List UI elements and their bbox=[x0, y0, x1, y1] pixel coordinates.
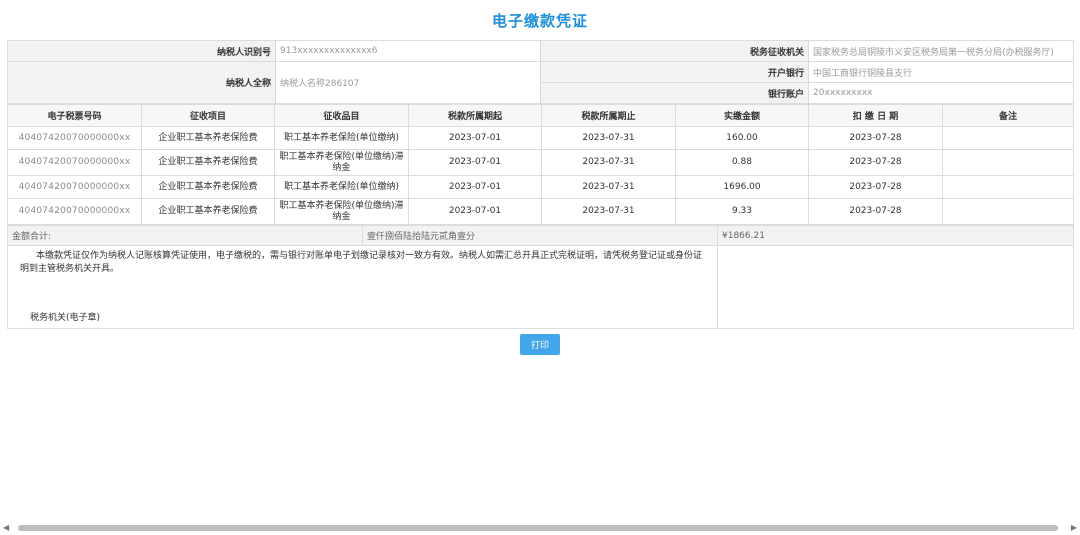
scroll-right-icon[interactable]: ▶ bbox=[1071, 523, 1077, 532]
remark-cell bbox=[942, 149, 1074, 176]
period-end-cell: 2023-07-31 bbox=[541, 149, 676, 176]
period-end-cell: 2023-07-31 bbox=[541, 198, 676, 225]
date-cell: 2023-07-28 bbox=[808, 126, 943, 150]
ticket-no-cell: 40407420070000000xx bbox=[7, 198, 142, 225]
date-cell: 2023-07-28 bbox=[808, 175, 943, 199]
col-header-remark: 备注 bbox=[942, 104, 1074, 127]
scrollbar-thumb[interactable] bbox=[18, 525, 1058, 531]
period-end-cell: 2023-07-31 bbox=[541, 126, 676, 150]
total-in-words: 壹仟捌佰陆拾陆元贰角壹分 bbox=[362, 225, 718, 246]
amount-cell: 160.00 bbox=[675, 126, 809, 150]
table-row: 40407420070000000xx 企业职工基本养老保险费 职工基本养老保险… bbox=[7, 126, 1074, 150]
amount-cell: 0.88 bbox=[675, 149, 809, 176]
summary-table: 金额合计: 壹仟捌佰陆拾陆元贰角壹分 ¥1866.21 本缴款凭证仅作为纳税人记… bbox=[7, 225, 1074, 329]
period-start-cell: 2023-07-01 bbox=[408, 126, 542, 150]
note-cell: 本缴款凭证仅作为纳税人记账核算凭证使用，电子缴税的，需与银行对账单电子划缴记录核… bbox=[7, 245, 718, 329]
item-cell: 企业职工基本养老保险费 bbox=[141, 149, 275, 176]
voucher: 纳税人识别号 913xxxxxxxxxxxxxx6 税务征收机关 国家税务总局铜… bbox=[7, 40, 1074, 329]
account-value: 20xxxxxxxxx bbox=[808, 82, 1074, 104]
bank-label: 开户银行 bbox=[540, 61, 809, 83]
table-header-row: 电子税票号码 征收项目 征收品目 税款所属期起 税款所属期止 实缴金额 扣 缴 … bbox=[7, 104, 1074, 127]
taxpayer-id-label: 纳税人识别号 bbox=[7, 40, 276, 62]
scroll-left-icon[interactable]: ◀ bbox=[3, 523, 9, 532]
ticket-no-cell: 40407420070000000xx bbox=[7, 126, 142, 150]
account-label: 银行账户 bbox=[540, 82, 809, 104]
remark-cell bbox=[942, 175, 1074, 199]
table-row: 40407420070000000xx 企业职工基本养老保险费 职工基本养老保险… bbox=[7, 175, 1074, 199]
col-header-period-end: 税款所属期止 bbox=[541, 104, 676, 127]
note-text: 本缴款凭证仅作为纳税人记账核算凭证使用，电子缴税的，需与银行对账单电子划缴记录核… bbox=[20, 251, 703, 274]
period-start-cell: 2023-07-01 bbox=[408, 175, 542, 199]
subitem-cell: 职工基本养老保险(单位缴纳) bbox=[274, 126, 409, 150]
table-row: 40407420070000000xx 企业职工基本养老保险费 职工基本养老保险… bbox=[7, 198, 1074, 225]
table-row: 40407420070000000xx 企业职工基本养老保险费 职工基本养老保险… bbox=[7, 149, 1074, 176]
ticket-no-cell: 40407420070000000xx bbox=[7, 149, 142, 176]
col-header-subitem: 征收品目 bbox=[274, 104, 409, 127]
bank-value: 中国工商银行铜陵县支行 bbox=[808, 61, 1074, 83]
tax-authority-value: 国家税务总局铜陵市义安区税务局第一税务分局(办税服务厅) bbox=[808, 40, 1074, 62]
subitem-cell: 职工基本养老保险(单位缴纳)滞纳金 bbox=[274, 149, 409, 176]
ticket-no-cell: 40407420070000000xx bbox=[7, 175, 142, 199]
item-cell: 企业职工基本养老保险费 bbox=[141, 198, 275, 225]
col-header-date: 扣 缴 日 期 bbox=[808, 104, 943, 127]
remark-cell bbox=[942, 198, 1074, 225]
date-cell: 2023-07-28 bbox=[808, 149, 943, 176]
page-title: 电子缴款凭证 bbox=[491, 12, 588, 30]
col-header-amount: 实缴金额 bbox=[675, 104, 809, 127]
taxpayer-id-value: 913xxxxxxxxxxxxxx6 bbox=[275, 40, 541, 62]
payment-table: 电子税票号码 征收项目 征收品目 税款所属期起 税款所属期止 实缴金额 扣 缴 … bbox=[7, 104, 1074, 225]
period-start-cell: 2023-07-01 bbox=[408, 149, 542, 176]
taxpayer-name-value: 纳税人名称286107 bbox=[275, 61, 541, 104]
col-header-ticket-no: 电子税票号码 bbox=[7, 104, 142, 127]
subitem-cell: 职工基本养老保险(单位缴纳) bbox=[274, 175, 409, 199]
col-header-item: 征收项目 bbox=[141, 104, 275, 127]
col-header-period-start: 税款所属期起 bbox=[408, 104, 542, 127]
taxpayer-info-table: 纳税人识别号 913xxxxxxxxxxxxxx6 税务征收机关 国家税务总局铜… bbox=[7, 40, 1074, 104]
remark-cell bbox=[942, 126, 1074, 150]
date-cell: 2023-07-28 bbox=[808, 198, 943, 225]
tax-authority-label: 税务征收机关 bbox=[540, 40, 809, 62]
total-label: 金额合计: bbox=[7, 225, 363, 246]
total-amount: ¥1866.21 bbox=[717, 225, 1074, 246]
amount-cell: 1696.00 bbox=[675, 175, 809, 199]
period-start-cell: 2023-07-01 bbox=[408, 198, 542, 225]
taxpayer-name-label: 纳税人全称 bbox=[7, 61, 276, 104]
print-button[interactable]: 打印 bbox=[520, 334, 560, 355]
item-cell: 企业职工基本养老保险费 bbox=[141, 175, 275, 199]
item-cell: 企业职工基本养老保险费 bbox=[141, 126, 275, 150]
subitem-cell: 职工基本养老保险(单位缴纳)滞纳金 bbox=[274, 198, 409, 225]
horizontal-scrollbar[interactable]: ◀ ▶ bbox=[0, 522, 1080, 535]
seal-label: 税务机关(电子章) bbox=[30, 313, 101, 323]
seal-area bbox=[717, 245, 1074, 329]
period-end-cell: 2023-07-31 bbox=[541, 175, 676, 199]
amount-cell: 9.33 bbox=[675, 198, 809, 225]
